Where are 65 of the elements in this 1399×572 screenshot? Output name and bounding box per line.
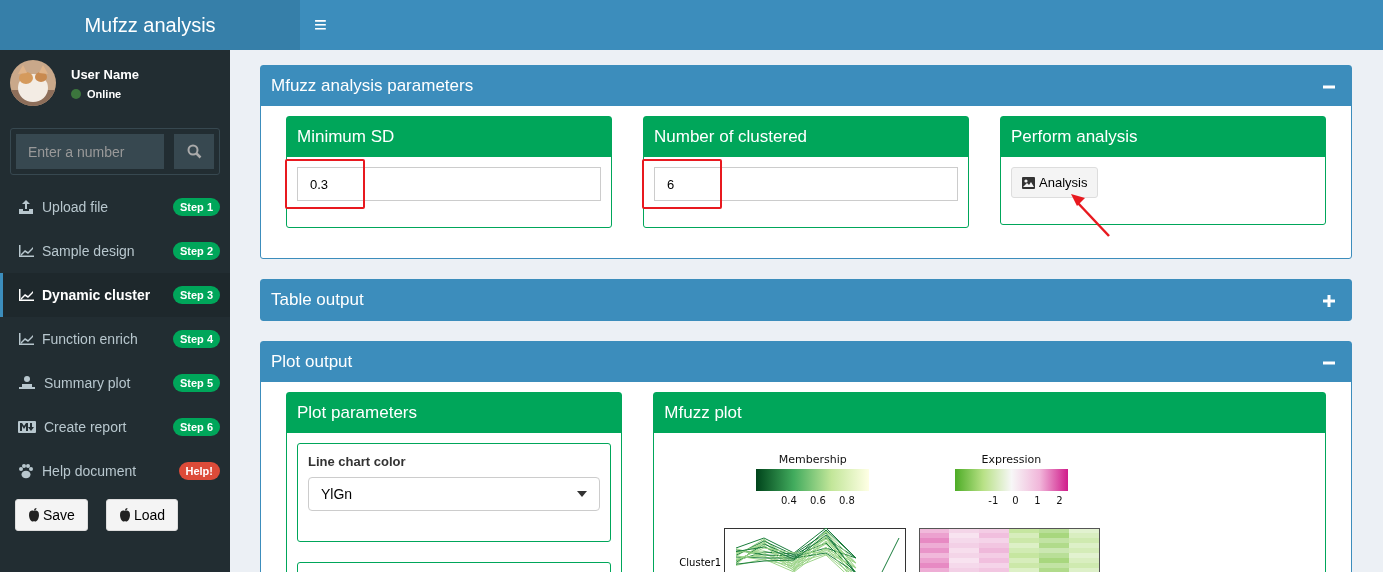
cluster-label: Cluster1 [679, 557, 722, 568]
sidebar-item[interactable]: Dynamic cluster Step 3 [0, 273, 230, 317]
menu-label: Create report [44, 419, 128, 435]
status-text: Online [87, 87, 122, 100]
number-input[interactable]: 0.3 [297, 167, 601, 201]
search-field[interactable]: Enter a number [16, 134, 164, 169]
color-select[interactable]: YlGn [308, 477, 601, 511]
apple-icon [28, 508, 40, 522]
app-logo: Mufzz analysis [0, 0, 300, 50]
analysis-button[interactable]: Analysis [1011, 167, 1099, 198]
sidebar-item[interactable]: Create report Step 6 [0, 405, 230, 449]
card-title: Mfuzz plot [654, 393, 1325, 433]
card-title: Number of clustered [644, 117, 968, 157]
legend-tick: 0.8 [837, 495, 856, 506]
sidebar-item[interactable]: Function enrich Step 4 [0, 317, 230, 361]
chart-icon [18, 244, 34, 258]
legend-tick: -1 [987, 495, 1000, 506]
plus-icon [1323, 294, 1335, 307]
legend-tick: 0.6 [808, 495, 827, 506]
caret-icon [577, 491, 588, 497]
sidebar-button[interactable]: Load [105, 499, 179, 531]
menu-label: Sample design [42, 243, 136, 259]
chart-icon [18, 288, 34, 302]
menu-label: Upload file [42, 199, 110, 215]
step-badge: Step 1 [173, 198, 220, 216]
markdown-icon [18, 421, 36, 433]
step-badge: Step 3 [173, 286, 220, 304]
sidebar-item[interactable]: Sample design Step 2 [0, 229, 230, 273]
apple-icon [118, 508, 131, 522]
menu-label: Help document [42, 463, 138, 479]
number-input[interactable]: 6 [654, 167, 958, 201]
user-name: User Name [71, 66, 139, 82]
panel-title: Table output [271, 290, 364, 310]
field-label: Line chart color [308, 454, 407, 469]
menu-button[interactable]: ≡ [300, 0, 341, 50]
menu-label: Dynamic cluster [42, 287, 152, 303]
step-badge: Step 2 [173, 242, 220, 260]
sidebar-item[interactable]: Upload file Step 1 [0, 185, 230, 229]
card-title: Plot parameters [287, 393, 622, 433]
step-badge: Step 4 [173, 330, 220, 348]
legend-tick: 2 [1055, 495, 1064, 506]
sidebar-button[interactable]: Save [15, 499, 88, 531]
sidebar-item[interactable]: Summary plot Step 5 [0, 361, 230, 405]
chart-image-icon [1022, 176, 1035, 189]
legend-title: Membership [778, 453, 847, 466]
paw-icon [18, 463, 34, 479]
legend-tick: 1 [1033, 495, 1042, 506]
legend-title: Expression [981, 453, 1042, 466]
sidebar-item[interactable]: Help document Help! [0, 449, 230, 493]
legend-tick: 0 [1011, 495, 1020, 506]
panel-title: Mfuzz analysis parameters [271, 76, 474, 96]
panel-title: Plot output [271, 352, 353, 372]
card-title: Perform analysis [1001, 117, 1325, 157]
search-icon [186, 144, 202, 159]
legend-tick: 0.4 [779, 495, 798, 506]
menu-label: Function enrich [42, 331, 139, 347]
upload-icon [18, 200, 34, 214]
step-badge: Step 6 [173, 418, 220, 436]
step-badge: Step 5 [173, 374, 220, 392]
chart-icon [18, 332, 34, 346]
person-icon [18, 376, 36, 390]
card-title: Minimum SD [287, 117, 611, 157]
menu-label: Summary plot [44, 375, 132, 391]
search-button[interactable] [174, 134, 214, 169]
step-badge: Help! [178, 462, 220, 480]
